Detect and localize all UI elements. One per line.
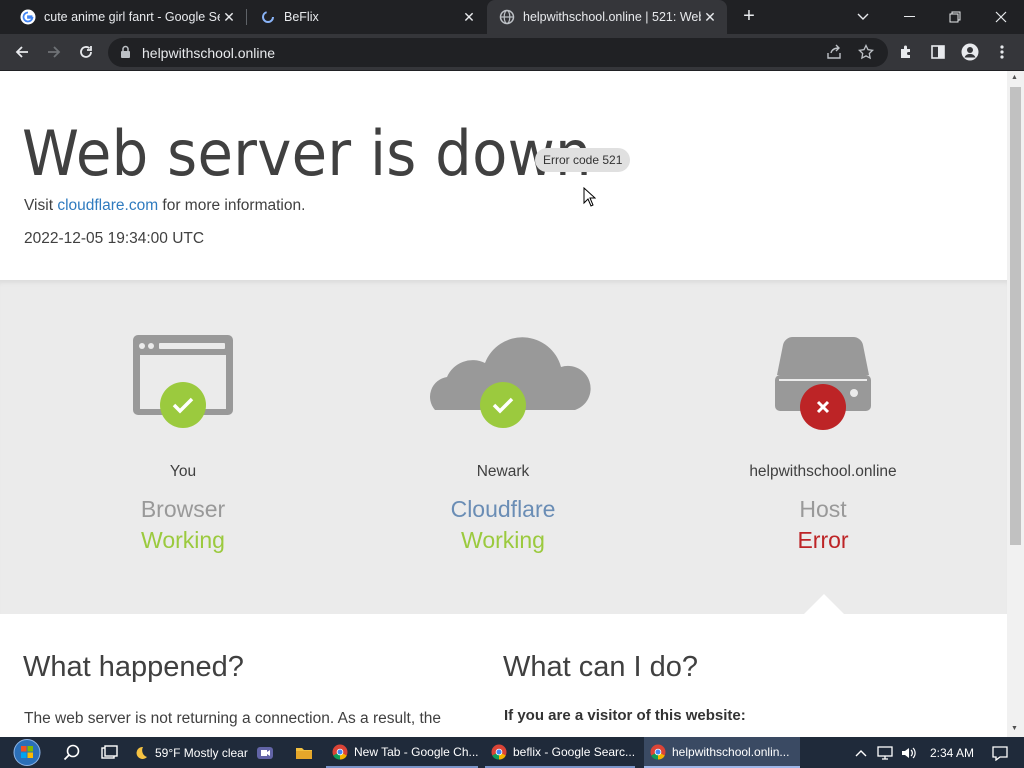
loading-icon (262, 11, 274, 23)
forward-icon[interactable] (42, 40, 66, 64)
taskbar-app-label: New Tab - Google Ch... (354, 744, 479, 759)
share-icon[interactable] (822, 40, 846, 64)
status-location: Newark (476, 463, 530, 480)
clock-time[interactable]: 2:34 AM (930, 737, 974, 768)
error-code-badge: Error code 521 (535, 148, 631, 172)
visit-suffix: for more information. (158, 197, 306, 214)
tab-title: BeFlix (284, 10, 319, 24)
search-icon[interactable] (63, 737, 81, 768)
back-icon[interactable] (10, 40, 34, 64)
explanation-section: What happened? The web server is not ret… (0, 614, 1007, 737)
weather-widget[interactable]: 59°F Mostly clear (133, 737, 248, 768)
moon-icon (136, 746, 147, 759)
what-happened-heading: What happened? (23, 651, 244, 683)
status-state: Error (797, 527, 849, 553)
taskbar-app-label: helpwithschool.onlin... (672, 744, 790, 759)
status-kind: Host (799, 496, 847, 522)
scrollbar-thumb[interactable] (1010, 87, 1021, 545)
chrome-icon (332, 744, 348, 760)
what-happened-text: The web server is not returning a connec… (24, 710, 442, 727)
tab-search-chevron-icon[interactable] (840, 0, 886, 34)
google-icon (20, 9, 36, 25)
timestamp: 2022-12-05 19:34:00 UTC (24, 230, 205, 247)
task-view-icon[interactable] (100, 737, 118, 768)
taskbar-app-beflix-search[interactable]: beflix - Google Searc... (485, 737, 635, 768)
status-host: helpwithschool.online Host Error (663, 280, 983, 614)
cloudflare-link[interactable]: cloudflare.com (57, 197, 158, 214)
url-text: helpwithschool.online (142, 45, 276, 61)
close-tab-icon[interactable]: ✕ (220, 9, 238, 26)
start-button-icon[interactable] (10, 737, 44, 768)
close-window-icon[interactable] (978, 0, 1024, 34)
status-kind: Browser (140, 496, 226, 522)
network-icon[interactable] (876, 737, 894, 768)
volume-icon[interactable] (900, 737, 918, 768)
status-diagram: You Browser Working Newark Cloudflare Wo… (0, 280, 1007, 614)
show-hidden-icons-chevron-icon[interactable] (855, 737, 867, 768)
address-bar[interactable]: helpwithschool.online (108, 38, 888, 67)
status-location: You (169, 463, 197, 480)
meet-icon[interactable] (256, 737, 274, 768)
taskbar-app-label: beflix - Google Searc... (513, 744, 636, 759)
restore-icon[interactable] (932, 0, 978, 34)
scroll-up-arrow-icon[interactable]: ▲ (1011, 74, 1018, 81)
notifications-icon[interactable] (992, 737, 1008, 768)
close-tab-icon[interactable]: ✕ (460, 9, 478, 26)
weather-text: 59°F Mostly clear (155, 745, 248, 760)
tab-title: cute anime girl fanrt - Google Se (44, 10, 220, 24)
browser-toolbar: helpwithschool.online (0, 34, 1024, 71)
tab-google-search[interactable]: cute anime girl fanrt - Google Se ✕ (0, 0, 246, 34)
mouse-cursor-icon (583, 187, 596, 207)
host-pointer (804, 594, 844, 614)
visitor-heading: If you are a visitor of this website: (504, 707, 746, 724)
browser-window-icon (133, 335, 233, 428)
profile-icon[interactable] (958, 40, 982, 64)
error-header: Web server is down Error code 521 Visit … (0, 71, 1007, 280)
extensions-icon[interactable] (894, 40, 918, 64)
status-browser: You Browser Working (23, 280, 343, 614)
tab-helpwithschool[interactable]: helpwithschool.online | 521: Web ✕ (487, 0, 727, 34)
lock-icon[interactable] (120, 45, 131, 59)
reload-icon[interactable] (74, 40, 98, 64)
new-tab-button[interactable]: + (738, 5, 760, 29)
what-can-i-do-heading: What can I do? (503, 651, 699, 683)
page-scrollbar[interactable]: ▲ ▼ (1007, 71, 1024, 737)
taskbar-app-new-tab[interactable]: New Tab - Google Ch... (326, 737, 479, 768)
page-title: Web server is down (22, 117, 592, 190)
status-state: Working (461, 527, 545, 553)
globe-icon (499, 9, 515, 25)
scroll-down-arrow-icon[interactable]: ▼ (1011, 725, 1018, 732)
status-location: helpwithschool.online (749, 463, 897, 480)
file-explorer-icon[interactable] (295, 737, 313, 768)
minimize-icon[interactable] (886, 0, 932, 34)
bookmark-star-icon[interactable] (854, 40, 878, 64)
server-icon (775, 336, 871, 430)
visit-text: Visit cloudflare.com for more informatio… (24, 197, 305, 215)
tab-beflix[interactable]: BeFlix ✕ (240, 0, 486, 34)
windows-taskbar: 59°F Mostly clear New Tab - Google Ch...… (0, 737, 1024, 768)
status-kind: Cloudflare (450, 496, 556, 522)
tab-title: helpwithschool.online | 521: Web (523, 10, 701, 24)
status-state: Working (141, 527, 225, 553)
tab-strip: cute anime girl fanrt - Google Se ✕ BeFl… (0, 0, 1024, 34)
chrome-icon (650, 744, 666, 760)
menu-kebab-icon[interactable] (990, 40, 1014, 64)
visit-prefix: Visit (24, 197, 58, 214)
taskbar-app-helpwithschool[interactable]: helpwithschool.onlin... (644, 737, 800, 768)
close-tab-icon[interactable]: ✕ (701, 9, 719, 26)
cloud-icon (430, 337, 591, 428)
page-content: Web server is down Error code 521 Visit … (0, 71, 1007, 737)
chrome-icon (491, 744, 507, 760)
side-panel-icon[interactable] (926, 40, 950, 64)
status-cloudflare: Newark Cloudflare Working (343, 280, 663, 614)
